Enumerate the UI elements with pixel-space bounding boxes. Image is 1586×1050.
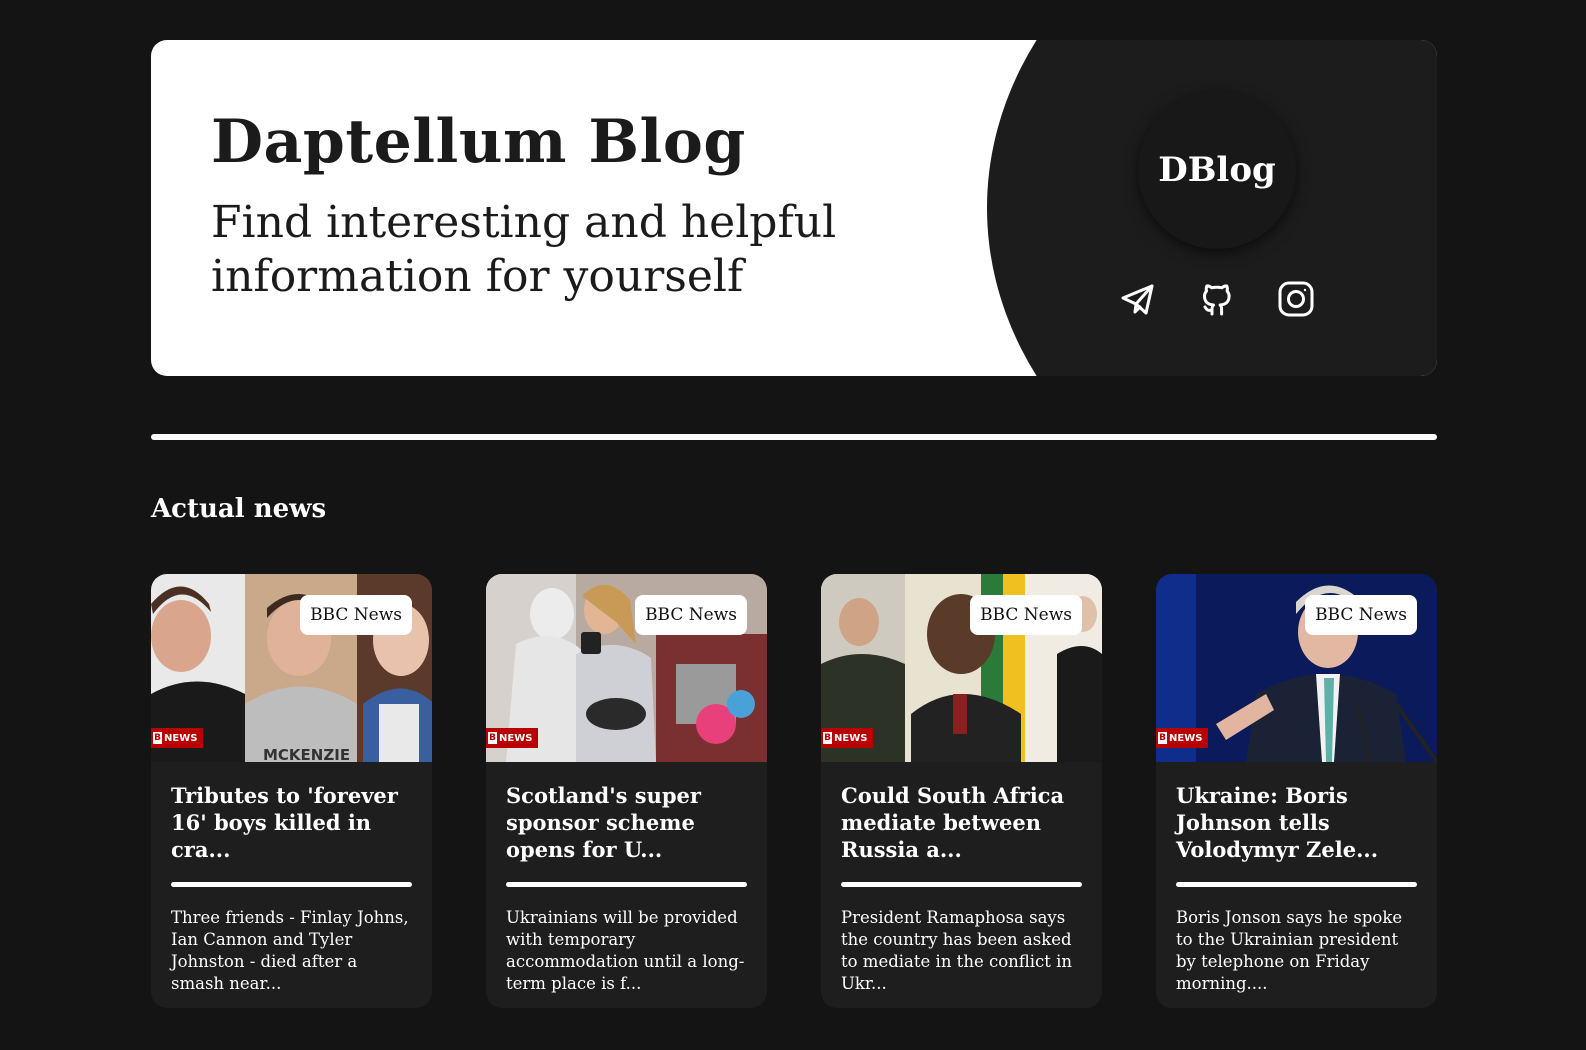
news-card-description: Three friends - Finlay Johns, Ian Cannon… (171, 908, 409, 993)
news-card-image: B NEWS BBC News (486, 574, 767, 762)
telegram-icon (1121, 284, 1154, 315)
news-card[interactable]: MCKENZIE B NEWS BBC News Tributes to 'for… (151, 574, 432, 1008)
news-card-title[interactable]: Tributes to 'forever 16' boys killed in … (171, 782, 412, 863)
site-tagline: Find interesting and helpful information… (211, 197, 837, 302)
telegram-link[interactable] (1117, 278, 1159, 320)
news-card-title[interactable]: Ukraine: Boris Johnson tells Volodymyr Z… (1176, 782, 1417, 863)
instagram-link[interactable] (1275, 278, 1317, 320)
news-card-description: Boris Jonson says he spoke to the Ukrain… (1176, 908, 1403, 993)
source-badge: BBC News (1305, 595, 1417, 635)
site-title: Daptellum Blog (211, 107, 746, 177)
section-divider (151, 434, 1437, 440)
source-badge: BBC News (300, 595, 412, 635)
card-divider (171, 882, 412, 887)
news-card-description: President Ramaphosa says the country has… (841, 908, 1073, 993)
hero-banner: Daptellum Blog Find interesting and help… (151, 40, 1437, 376)
news-card-image: B NEWS BBC News (1156, 574, 1437, 762)
github-icon (1203, 284, 1231, 316)
card-divider (841, 882, 1082, 887)
bbc-news-mark: B NEWS (821, 728, 874, 748)
news-card-image: MCKENZIE B NEWS BBC News (151, 574, 432, 762)
bbc-news-mark: B NEWS (486, 728, 539, 748)
page: Daptellum Blog Find interesting and help… (151, 40, 1437, 1008)
bbc-news-mark: B NEWS (151, 728, 204, 748)
github-link[interactable] (1196, 278, 1238, 320)
news-card-description: Ukrainians will be provided with tempora… (506, 908, 745, 993)
news-card[interactable]: B NEWS BBC News Could South Africa mediat… (821, 574, 1102, 1008)
social-links (1117, 278, 1317, 320)
hero-text: Daptellum Blog Find interesting and help… (211, 110, 931, 304)
hoodie-text: MCKENZIE (263, 746, 350, 762)
bbc-news-mark: B NEWS (1156, 728, 1209, 748)
source-badge: BBC News (970, 595, 1082, 635)
source-badge: BBC News (635, 595, 747, 635)
site-logo[interactable]: DBlog (1138, 91, 1296, 249)
news-card-title[interactable]: Scotland's super sponsor scheme opens fo… (506, 782, 747, 863)
card-divider (506, 882, 747, 887)
news-card-title[interactable]: Could South Africa mediate between Russi… (841, 782, 1082, 863)
section-title: Actual news (151, 494, 327, 524)
news-card[interactable]: B NEWS BBC News Ukraine: Boris Johnson te… (1156, 574, 1437, 1008)
card-divider (1176, 882, 1417, 887)
news-card[interactable]: B NEWS BBC News Scotland's super sponsor … (486, 574, 767, 1008)
news-cards: MCKENZIE B NEWS BBC News Tributes to 'for… (151, 574, 1437, 1008)
instagram-icon (1278, 281, 1314, 317)
news-card-image: B NEWS BBC News (821, 574, 1102, 762)
